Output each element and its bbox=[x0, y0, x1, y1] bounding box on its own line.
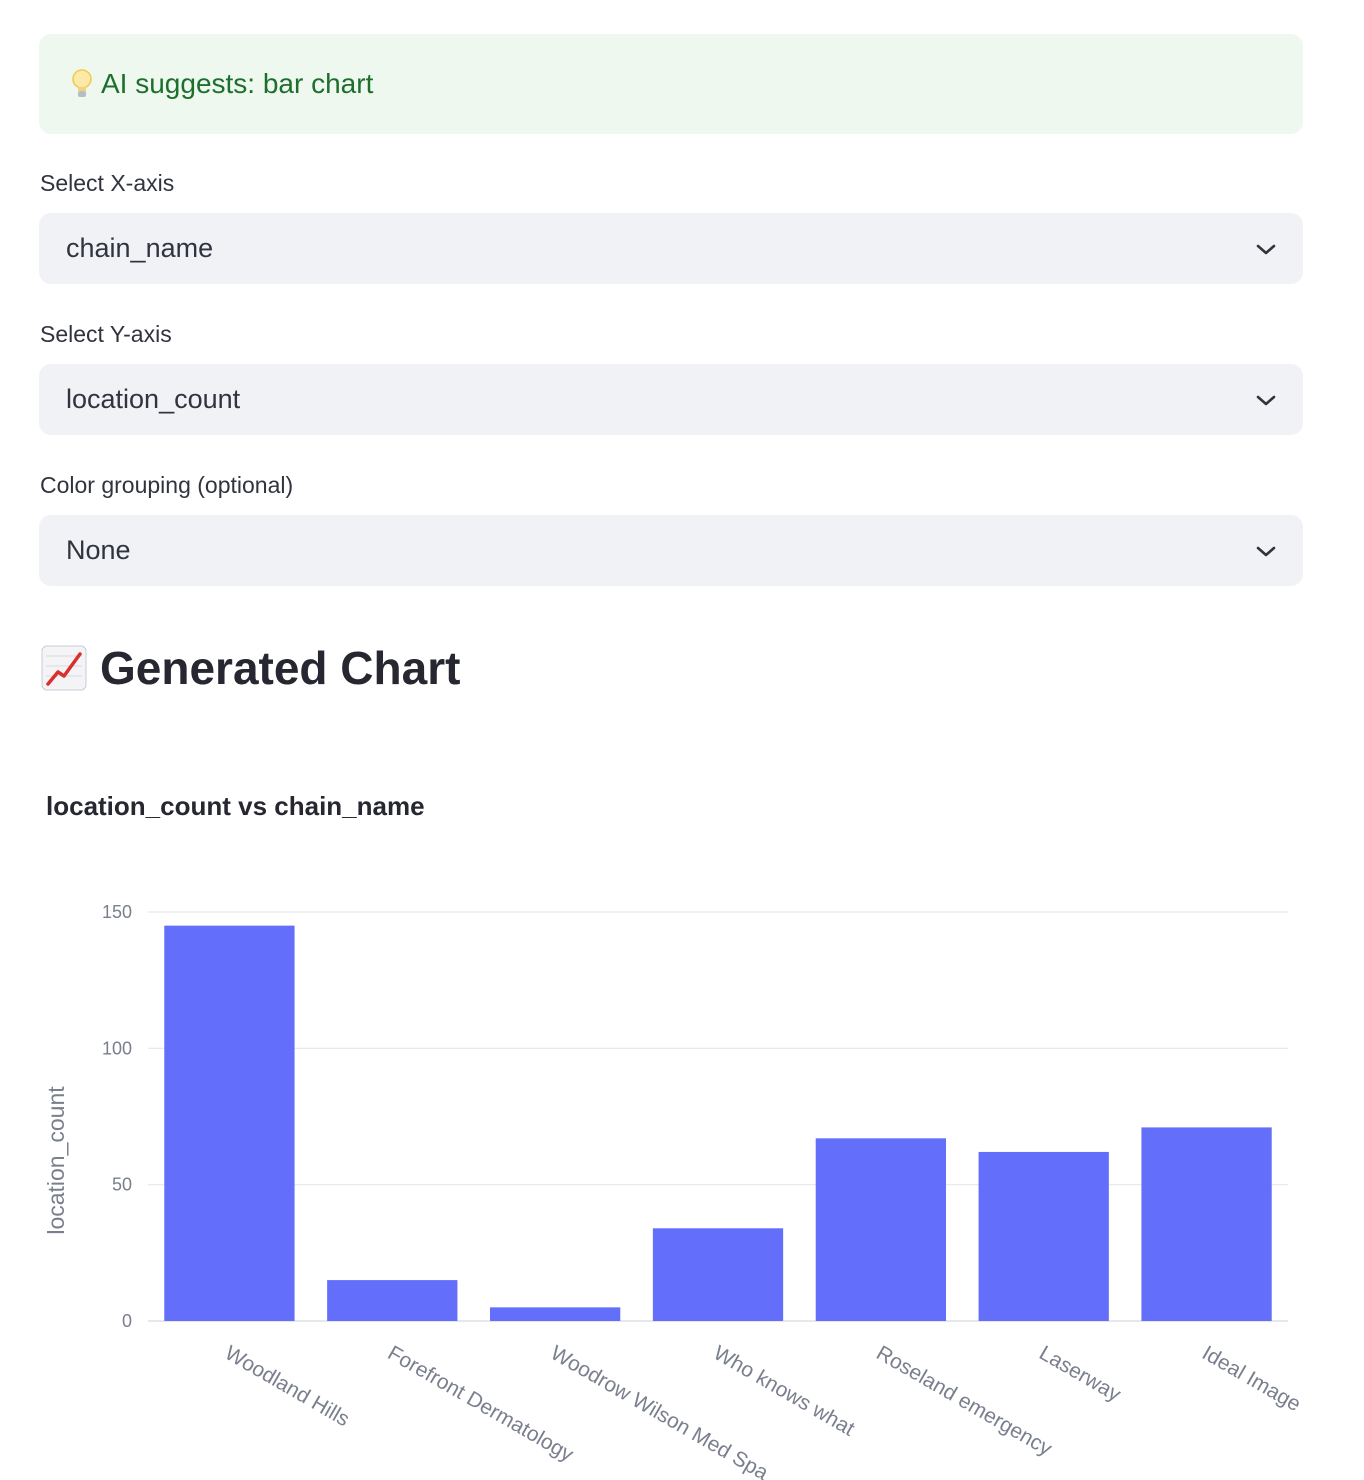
x-axis-ticks: Woodland Hills Forefront DermatologyWoodr… bbox=[221, 1341, 1305, 1480]
chevron-down-icon bbox=[1256, 546, 1276, 557]
x-tick-label: Who knows what bbox=[710, 1341, 859, 1440]
ai-suggestion-text: AI suggests: bar chart bbox=[101, 68, 374, 99]
ai-suggestion-banner: AI suggests: bar chart bbox=[39, 34, 1303, 134]
y-tick-label: 50 bbox=[112, 1175, 132, 1195]
color-grouping-select-value: None bbox=[66, 535, 131, 565]
chart-title: location_count vs chain_name bbox=[46, 791, 425, 821]
color-grouping-label: Color grouping (optional) bbox=[40, 472, 294, 498]
bar-chart: location_count vs chain_name 0 50 100 150 W… bbox=[43, 791, 1305, 1480]
x-axis-label: Select X-axis bbox=[40, 170, 175, 196]
y-axis-ticks: 0 50 100 150 bbox=[102, 902, 132, 1331]
bar bbox=[1141, 1127, 1272, 1321]
bar bbox=[327, 1280, 458, 1321]
bar bbox=[815, 1138, 946, 1321]
bar bbox=[652, 1228, 784, 1321]
y-tick-label: 150 bbox=[102, 902, 132, 922]
x-axis-select-value: chain_name bbox=[66, 233, 214, 263]
bars bbox=[164, 925, 1272, 1321]
lightbulb-icon bbox=[72, 69, 92, 97]
x-tick-label: Woodland Hills bbox=[221, 1341, 353, 1431]
y-tick-label: 100 bbox=[102, 1038, 132, 1058]
x-tick-label: Laserway bbox=[1035, 1341, 1125, 1406]
x-axis-select[interactable]: chain_name bbox=[39, 213, 1303, 284]
section-title: Generated Chart bbox=[100, 642, 461, 694]
y-axis-select[interactable]: location_count bbox=[39, 364, 1303, 435]
chevron-down-icon bbox=[1256, 244, 1276, 255]
bar bbox=[978, 1151, 1109, 1321]
x-tick-label: Roseland emergency bbox=[872, 1341, 1056, 1460]
y-tick-label: 0 bbox=[122, 1311, 132, 1331]
y-axis-label: Select Y-axis bbox=[40, 321, 172, 347]
bar bbox=[164, 925, 295, 1321]
x-tick-label: Ideal Image bbox=[1198, 1341, 1305, 1416]
chevron-down-icon bbox=[1256, 395, 1276, 406]
y-axis-select-value: location_count bbox=[66, 384, 241, 414]
y-axis-title: location_count bbox=[43, 1086, 69, 1235]
bar bbox=[490, 1307, 621, 1321]
color-grouping-select[interactable]: None bbox=[39, 515, 1303, 586]
section-heading: Generated Chart bbox=[40, 636, 460, 700]
chart-increasing-icon bbox=[41, 645, 87, 691]
